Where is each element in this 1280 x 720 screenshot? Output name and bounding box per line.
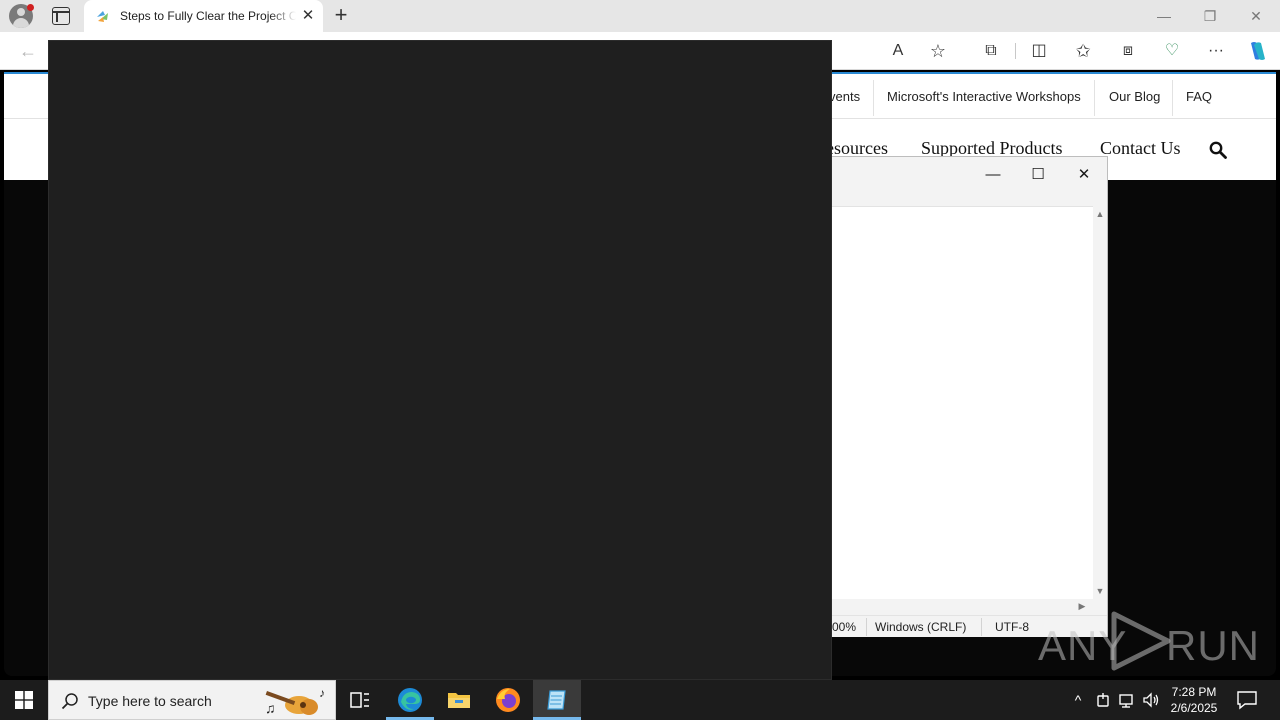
tab-actions-icon[interactable] <box>52 7 70 25</box>
start-button[interactable] <box>0 680 48 720</box>
search-placeholder: Type here to search <box>88 693 212 709</box>
status-divider <box>866 618 867 636</box>
file-explorer-folder-icon <box>448 693 470 708</box>
taskbar-notepad-button[interactable] <box>533 680 581 720</box>
watermark-text-right: RUN <box>1166 622 1260 669</box>
notepad-maximize-button[interactable]: ☐ <box>1023 163 1053 185</box>
main-nav-contact-us[interactable]: Contact Us <box>1100 138 1181 159</box>
notepad-app-icon <box>547 690 566 710</box>
read-aloud-icon[interactable]: A <box>886 40 910 62</box>
browser-restore-button[interactable]: ❐ <box>1187 0 1233 32</box>
task-view-icon <box>350 692 369 708</box>
copilot-icon[interactable] <box>1245 39 1271 63</box>
status-divider <box>981 618 982 636</box>
notification-center-icon[interactable] <box>1236 690 1258 710</box>
search-highlight-guitar-icon: ♫ ♪ <box>265 686 325 716</box>
new-tab-button[interactable]: + <box>331 4 351 27</box>
top-nav-blog[interactable]: Our Blog <box>1109 89 1160 104</box>
tab-title: Steps to Fully Clear the Project Cache <box>120 9 296 23</box>
notepad-minimize-button[interactable]: — <box>978 163 1008 185</box>
top-nav-faq[interactable]: FAQ <box>1186 89 1212 104</box>
taskbar-clock[interactable]: 7:28 PM 2/6/2025 <box>1160 684 1228 716</box>
status-encoding: UTF-8 <box>995 620 1029 634</box>
windows-taskbar: Type here to search ♫ ♪ ^ 7:28 PM 2/6/20… <box>0 680 1280 720</box>
collections-icon[interactable]: ⧈ <box>1116 40 1140 62</box>
more-options-icon[interactable]: ··· <box>1204 40 1228 62</box>
status-zoom: 00% <box>832 620 857 634</box>
blank-dark-window[interactable] <box>48 40 832 680</box>
clock-time: 7:28 PM <box>1171 685 1217 699</box>
toolbar-divider <box>1015 43 1016 59</box>
favorite-star-icon[interactable]: ☆ <box>926 40 950 62</box>
site-favicon-icon <box>97 11 108 22</box>
tray-overflow-chevron-icon[interactable]: ^ <box>1068 690 1088 710</box>
favorites-icon[interactable]: ✩ <box>1071 40 1095 62</box>
scroll-down-arrow-icon[interactable]: ▼ <box>1093 585 1107 597</box>
browser-minimize-button[interactable]: — <box>1141 0 1187 32</box>
top-nav-divider <box>873 80 874 116</box>
taskbar-edge-button[interactable] <box>386 680 434 720</box>
browser-essentials-icon[interactable]: ♡ <box>1160 40 1184 62</box>
top-nav-events[interactable]: vents <box>829 89 860 104</box>
browser-tab-active[interactable]: Steps to Fully Clear the Project Cache ✕ <box>84 0 323 32</box>
task-view-button[interactable] <box>336 680 384 720</box>
site-search-icon[interactable] <box>1209 141 1227 159</box>
split-screen-icon[interactable]: ◫ <box>1027 40 1051 62</box>
tray-security-icon[interactable] <box>1093 690 1113 710</box>
edge-browser-icon <box>398 688 422 712</box>
firefox-icon <box>496 688 520 712</box>
back-arrow-icon[interactable]: ← <box>17 40 39 62</box>
notepad-text-area[interactable] <box>832 206 1093 599</box>
extensions-icon[interactable]: ⧉ <box>979 40 1003 62</box>
svg-text:♫: ♫ <box>265 700 276 716</box>
taskbar-search-box[interactable]: Type here to search ♫ ♪ <box>48 680 336 720</box>
taskbar-firefox-button[interactable] <box>484 680 532 720</box>
svg-text:♪: ♪ <box>319 686 325 700</box>
scroll-up-arrow-icon[interactable]: ▲ <box>1093 208 1107 220</box>
status-line-ending: Windows (CRLF) <box>875 620 967 634</box>
browser-tab-bar: Steps to Fully Clear the Project Cache ✕… <box>0 0 1280 32</box>
notepad-close-button[interactable]: ✕ <box>1069 163 1099 185</box>
notepad-window: — ☐ ✕ ▲ ▼ ▶ 00% Windows (CRLF) UTF-8 <box>832 156 1108 637</box>
windows-logo-icon <box>15 691 33 709</box>
clock-date: 2/6/2025 <box>1170 701 1218 715</box>
top-nav-workshops[interactable]: Microsoft's Interactive Workshops <box>887 89 1081 104</box>
browser-close-button[interactable]: ✕ <box>1233 0 1279 32</box>
notepad-vertical-scrollbar[interactable]: ▲ ▼ <box>1093 206 1107 599</box>
anyrun-watermark: ANY RUN <box>1038 608 1259 674</box>
watermark-play-icon <box>1111 611 1171 671</box>
top-nav-divider <box>1094 80 1095 116</box>
taskbar-file-explorer-button[interactable] <box>435 680 483 720</box>
profile-notification-dot <box>27 4 34 11</box>
search-icon <box>61 693 78 710</box>
top-nav-divider <box>1172 80 1173 116</box>
tray-volume-icon[interactable] <box>1141 690 1161 710</box>
tray-network-icon[interactable] <box>1117 690 1137 710</box>
tab-close-icon[interactable]: ✕ <box>300 8 316 24</box>
